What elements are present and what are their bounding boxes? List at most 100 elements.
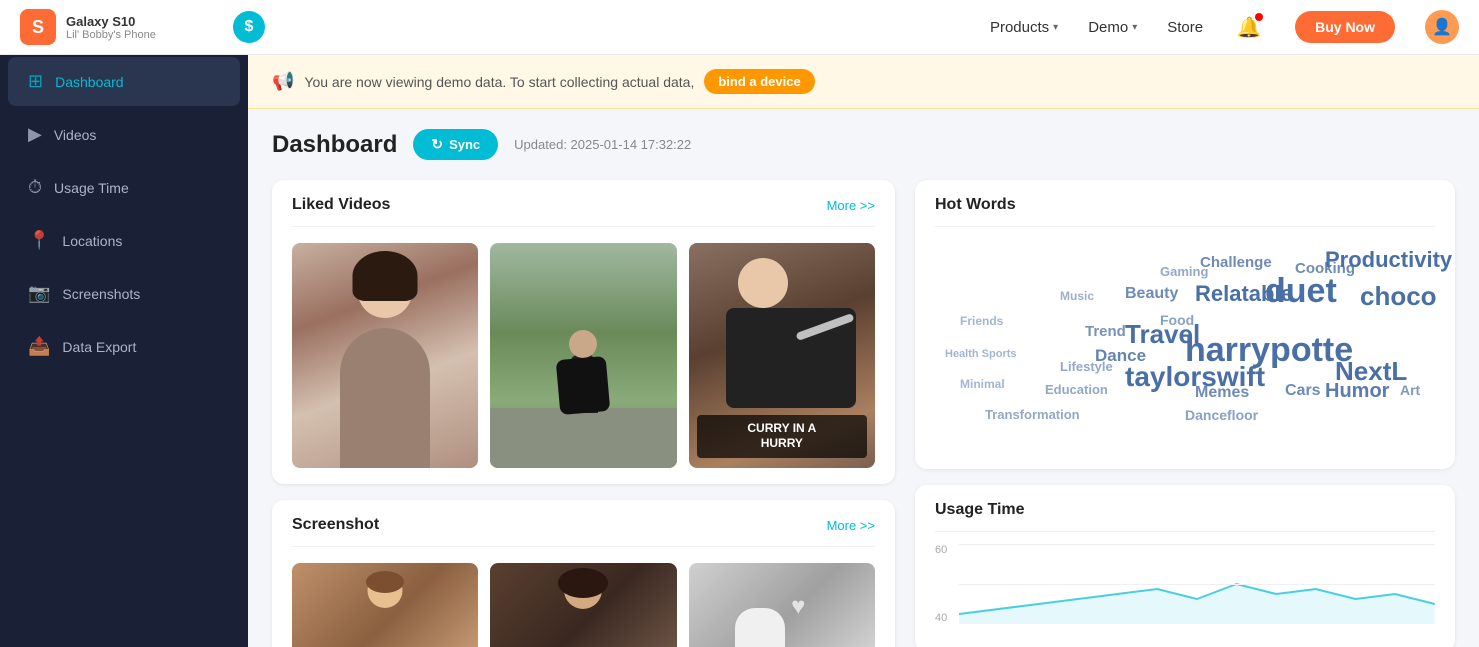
- content-area: 📢 You are now viewing demo data. To star…: [248, 55, 1479, 647]
- main-layout: ⊞ Dashboard ▶ Videos ⏱ Usage Time 📍 Loca…: [0, 55, 1479, 647]
- hot-word-cars[interactable]: Cars: [1285, 382, 1321, 400]
- videos-icon: ▶: [28, 124, 42, 145]
- hot-word-art[interactable]: Art: [1400, 382, 1420, 398]
- usage-time-header: Usage Time: [915, 485, 1455, 531]
- dashboard-columns: Liked Videos More >>: [272, 180, 1455, 647]
- device-name: Galaxy S10: [66, 14, 156, 29]
- hot-word-choco[interactable]: choco: [1360, 281, 1437, 312]
- hot-word-duet[interactable]: duet: [1265, 272, 1337, 311]
- hot-word-transformation[interactable]: Transformation: [985, 407, 1080, 422]
- video-thumbnail-1[interactable]: [292, 243, 478, 468]
- brand-logo: $: [233, 11, 265, 43]
- page-title: Dashboard: [272, 131, 397, 159]
- sidebar-label-locations: Locations: [62, 233, 122, 249]
- products-menu[interactable]: Products ▾: [990, 19, 1058, 36]
- sync-button[interactable]: ↻ Sync: [413, 129, 498, 160]
- screenshot-title: Screenshot: [292, 516, 379, 534]
- hot-words-title: Hot Words: [935, 196, 1016, 214]
- usage-time-title: Usage Time: [935, 501, 1025, 519]
- left-column: Liked Videos More >>: [272, 180, 895, 647]
- liked-videos-card: Liked Videos More >>: [272, 180, 895, 484]
- brand-section: S Galaxy S10 Lil' Bobby's Phone $: [20, 9, 265, 45]
- demo-menu[interactable]: Demo ▾: [1088, 19, 1137, 36]
- hot-words-header: Hot Words: [915, 180, 1455, 226]
- y-label-40: 40: [935, 612, 947, 624]
- hot-word-minimal[interactable]: Minimal: [960, 377, 1005, 391]
- usage-time-card: Usage Time 60 40: [915, 485, 1455, 647]
- sidebar-label-dashboard: Dashboard: [55, 74, 124, 90]
- camera-icon: 📷: [28, 283, 50, 304]
- hot-word-humor[interactable]: Humor: [1325, 380, 1389, 403]
- products-chevron-icon: ▾: [1053, 22, 1058, 33]
- notification-badge: [1255, 13, 1263, 21]
- sidebar-item-screenshots[interactable]: 📷 Screenshots: [8, 269, 240, 318]
- sidebar-label-videos: Videos: [54, 127, 97, 143]
- hot-words-card: Hot Words GamingChallengeCookingProducti…: [915, 180, 1455, 469]
- dashboard-content: Dashboard ↻ Sync Updated: 2025-01-14 17:…: [248, 109, 1479, 647]
- export-icon: 📤: [28, 336, 50, 357]
- liked-videos-header: Liked Videos More >>: [272, 180, 895, 226]
- avatar-icon: 👤: [1432, 17, 1452, 37]
- sidebar-label-screenshots: Screenshots: [62, 286, 140, 302]
- right-column: Hot Words GamingChallengeCookingProducti…: [915, 180, 1455, 647]
- top-navigation: S Galaxy S10 Lil' Bobby's Phone $ Produc…: [0, 0, 1479, 55]
- sidebar-item-usage-time[interactable]: ⏱ Usage Time: [8, 163, 240, 212]
- video-thumbnail-3[interactable]: CURRY IN AHURRY: [689, 243, 875, 468]
- hot-word-beauty[interactable]: Beauty: [1125, 285, 1178, 303]
- sidebar-label-data-export: Data Export: [62, 339, 136, 355]
- hot-word-music[interactable]: Music: [1060, 289, 1094, 303]
- sidebar-item-videos[interactable]: ▶ Videos: [8, 110, 240, 159]
- bind-device-button[interactable]: bind a device: [704, 69, 814, 94]
- hot-word-health-sports[interactable]: Health Sports: [945, 348, 1017, 360]
- hot-words-container: GamingChallengeCookingProductivityMusicB…: [915, 227, 1455, 469]
- hot-word-trend[interactable]: Trend: [1085, 323, 1126, 340]
- updated-timestamp: Updated: 2025-01-14 17:32:22: [514, 137, 691, 152]
- video-thumbnail-2[interactable]: [490, 243, 676, 468]
- hot-word-challenge[interactable]: Challenge: [1200, 254, 1272, 271]
- megaphone-icon: 📢: [272, 71, 294, 92]
- screenshot-header: Screenshot More >>: [272, 500, 895, 546]
- clock-icon: ⏱: [28, 177, 42, 198]
- products-label: Products: [990, 19, 1049, 36]
- screenshot-more-link[interactable]: More >>: [827, 518, 875, 533]
- hot-word-friends[interactable]: Friends: [960, 314, 1003, 328]
- dashboard-icon: ⊞: [28, 71, 43, 92]
- screenshot-thumbnail-1[interactable]: [292, 563, 478, 647]
- hot-word-productivity[interactable]: Productivity: [1325, 247, 1452, 273]
- phone-label: Lil' Bobby's Phone: [66, 29, 156, 41]
- screenshot-thumbnail-3[interactable]: ♥: [689, 563, 875, 647]
- word-cloud: GamingChallengeCookingProductivityMusicB…: [935, 243, 1435, 453]
- screenshot-grid: ♥: [272, 547, 895, 647]
- brand-icon: S: [20, 9, 56, 45]
- y-label-60: 60: [935, 544, 947, 556]
- hot-word-memes[interactable]: Memes: [1195, 384, 1249, 402]
- screenshot-card: Screenshot More >>: [272, 500, 895, 647]
- liked-videos-title: Liked Videos: [292, 196, 390, 214]
- brand-text: Galaxy S10 Lil' Bobby's Phone: [66, 14, 156, 41]
- demo-banner: 📢 You are now viewing demo data. To star…: [248, 55, 1479, 109]
- sidebar-item-data-export[interactable]: 📤 Data Export: [8, 322, 240, 371]
- sidebar: ⊞ Dashboard ▶ Videos ⏱ Usage Time 📍 Loca…: [0, 55, 248, 647]
- buy-now-button[interactable]: Buy Now: [1295, 11, 1395, 43]
- notification-bell[interactable]: 🔔: [1233, 11, 1265, 43]
- hot-word-education[interactable]: Education: [1045, 382, 1108, 397]
- dashboard-header: Dashboard ↻ Sync Updated: 2025-01-14 17:…: [272, 129, 1455, 160]
- location-icon: 📍: [28, 230, 50, 251]
- store-link[interactable]: Store: [1167, 19, 1203, 36]
- screenshot-thumbnail-2[interactable]: [490, 563, 676, 647]
- sidebar-item-dashboard[interactable]: ⊞ Dashboard: [8, 57, 240, 106]
- liked-videos-more-link[interactable]: More >>: [827, 198, 875, 213]
- demo-label: Demo: [1088, 19, 1128, 36]
- nav-links: Products ▾ Demo ▾ Store 🔔 Buy Now 👤: [990, 10, 1459, 44]
- sidebar-label-usage-time: Usage Time: [54, 180, 129, 196]
- sidebar-item-locations[interactable]: 📍 Locations: [8, 216, 240, 265]
- video-overlay-3: CURRY IN AHURRY: [697, 415, 867, 458]
- hot-word-dancefloor[interactable]: Dancefloor: [1185, 407, 1258, 423]
- avatar[interactable]: 👤: [1425, 10, 1459, 44]
- liked-videos-grid: CURRY IN AHURRY: [272, 227, 895, 484]
- sync-icon: ↻: [431, 136, 443, 153]
- banner-message: You are now viewing demo data. To start …: [304, 74, 694, 90]
- usage-chart: 60 40: [915, 532, 1455, 647]
- hot-word-lifestyle[interactable]: Lifestyle: [1060, 359, 1113, 374]
- demo-chevron-icon: ▾: [1132, 22, 1137, 33]
